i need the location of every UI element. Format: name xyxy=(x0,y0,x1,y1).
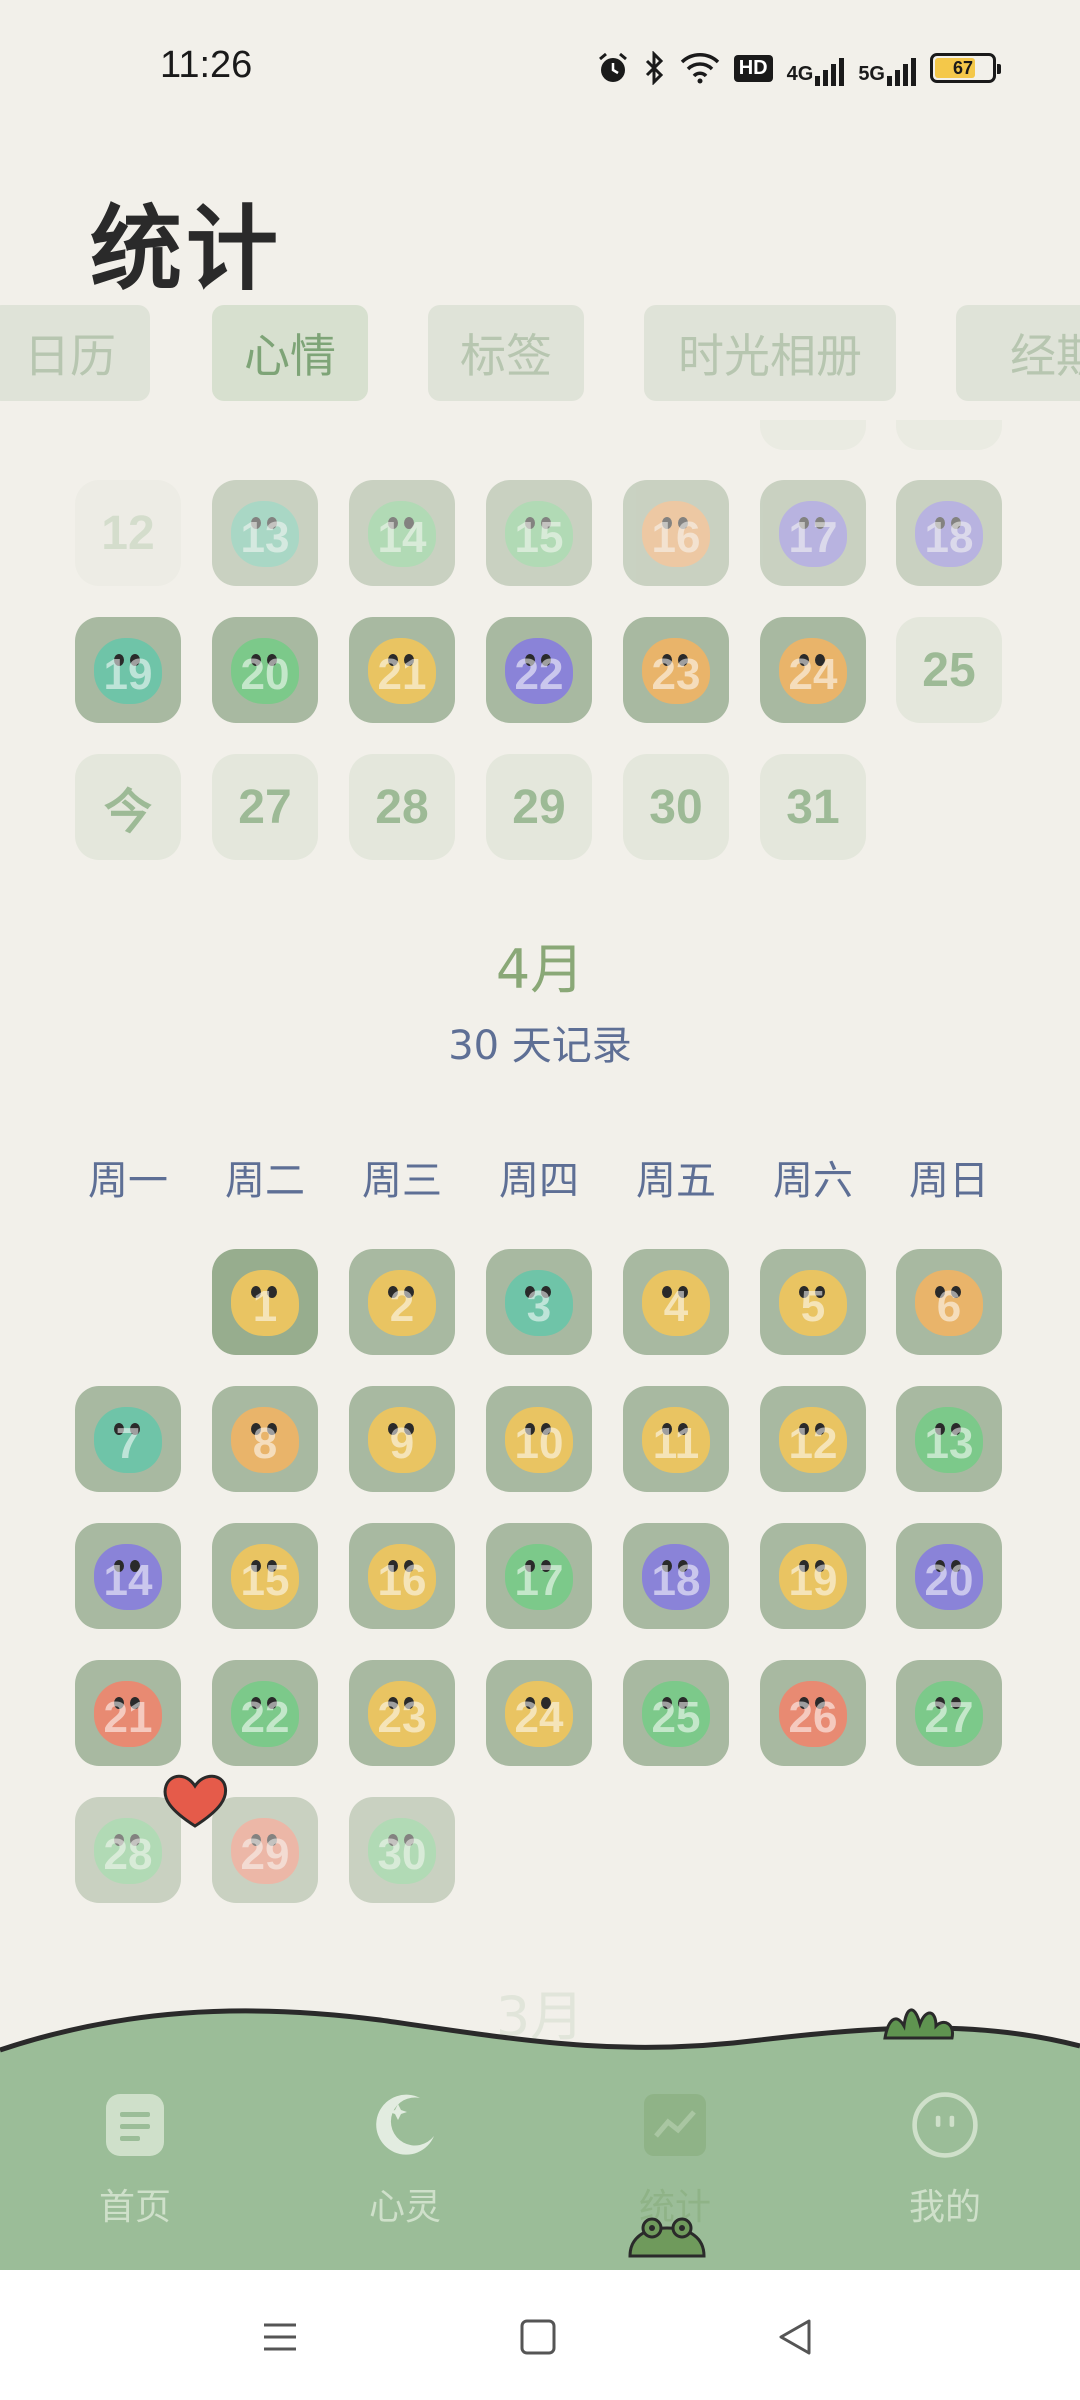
calendar-day[interactable]: 22 xyxy=(212,1660,318,1766)
tab-calendar[interactable]: 日历 xyxy=(0,305,150,401)
calendar-day[interactable]: 27 xyxy=(212,754,318,860)
calendar-day-today[interactable]: 今 xyxy=(75,754,181,860)
weekday-label: 周四 xyxy=(499,1158,579,1204)
calendar-day[interactable]: 28 xyxy=(349,754,455,860)
calendar-day[interactable]: 30 xyxy=(349,1797,455,1903)
calendar-day[interactable]: 1 xyxy=(212,1249,318,1355)
hd-badge: HD xyxy=(733,50,773,86)
page-title: 统计 xyxy=(90,196,283,303)
calendar-day[interactable]: 5 xyxy=(760,1249,866,1355)
wifi-icon xyxy=(680,50,720,86)
calendar-day[interactable]: 26 xyxy=(760,1660,866,1766)
system-nav-bar xyxy=(0,2270,1080,2400)
calendar-day[interactable]: 30 xyxy=(623,754,729,860)
weekday-label: 周六 xyxy=(773,1158,853,1204)
calendar-day[interactable]: 15 xyxy=(486,480,592,586)
menu-icon[interactable] xyxy=(255,2312,305,2362)
calendar-day[interactable]: 31 xyxy=(760,754,866,860)
nav-profile-label: 我的 xyxy=(908,2187,981,2228)
tab-bar: 日历 心情 标签 时光相册 经期 xyxy=(0,305,1080,401)
calendar-day[interactable]: 29 xyxy=(486,754,592,860)
month-title: 4月 xyxy=(495,938,585,1001)
status-time: 11:26 xyxy=(160,44,253,86)
chart-icon xyxy=(640,2090,710,2160)
bluetooth-icon xyxy=(644,50,666,86)
nav-profile[interactable]: 我的 xyxy=(860,2090,1030,2260)
calendar-day[interactable]: 19 xyxy=(760,1523,866,1629)
nav-soul[interactable]: 心灵 xyxy=(320,2090,490,2260)
calendar-day[interactable]: 14 xyxy=(349,480,455,586)
calendar-day[interactable]: 17 xyxy=(486,1523,592,1629)
calendar-day[interactable]: 7 xyxy=(75,1386,181,1492)
calendar-day[interactable]: 18 xyxy=(896,480,1002,586)
calendar-day[interactable]: 18 xyxy=(623,1523,729,1629)
calendar-day[interactable]: 27 xyxy=(896,1660,1002,1766)
back-triangle-icon[interactable] xyxy=(770,2312,820,2362)
heart-icon xyxy=(163,1774,228,1828)
battery-icon: 67 xyxy=(930,50,1001,86)
alarm-icon xyxy=(596,50,630,86)
status-bar: 11:26 HD 4G 5G 67 xyxy=(0,0,1080,140)
calendar-day[interactable]: 12 xyxy=(760,1386,866,1492)
tab-period[interactable]: 经期 xyxy=(956,305,1080,401)
nav-home-label: 首页 xyxy=(98,2187,171,2228)
status-icons: HD 4G 5G 67 xyxy=(596,48,1001,88)
weekday-label: 周日 xyxy=(909,1158,989,1204)
calendar-day[interactable]: 16 xyxy=(349,1523,455,1629)
calendar-day[interactable]: 21 xyxy=(75,1660,181,1766)
calendar-day[interactable]: 25 xyxy=(623,1660,729,1766)
tab-mood[interactable]: 心情 xyxy=(212,305,368,401)
calendar-day[interactable]: 21 xyxy=(349,617,455,723)
weekday-label: 周三 xyxy=(362,1158,442,1204)
weekday-label: 周二 xyxy=(225,1158,305,1204)
calendar-day[interactable]: 9 xyxy=(349,1386,455,1492)
frog-mascot-icon xyxy=(628,2217,706,2258)
calendar-day[interactable]: 4 xyxy=(623,1249,729,1355)
calendar-day[interactable]: 10 xyxy=(486,1386,592,1492)
tab-tags[interactable]: 标签 xyxy=(428,305,584,401)
calendar-day[interactable]: 2 xyxy=(349,1249,455,1355)
calendar-day[interactable]: 17 xyxy=(760,480,866,586)
calendar-day[interactable]: 12 xyxy=(75,480,181,586)
calendar-day[interactable]: 23 xyxy=(623,617,729,723)
calendar-day[interactable]: 19 xyxy=(75,617,181,723)
calendar-cell-cropped xyxy=(760,420,866,450)
calendar-day[interactable]: 14 xyxy=(75,1523,181,1629)
nav-home[interactable]: 首页 xyxy=(50,2090,220,2260)
bottom-nav: 首页 心灵 统计 我的 xyxy=(0,2080,1080,2270)
nav-soul-label: 心灵 xyxy=(368,2187,441,2228)
calendar-cell-cropped xyxy=(896,420,1002,450)
home-robot-icon xyxy=(100,2090,170,2160)
tab-photo-album[interactable]: 时光相册 xyxy=(644,305,896,401)
calendar-day[interactable]: 20 xyxy=(896,1523,1002,1629)
weekday-label: 周一 xyxy=(88,1158,168,1204)
calendar-day[interactable]: 24 xyxy=(486,1660,592,1766)
signal-4g-icon: 4G xyxy=(787,50,845,86)
calendar-day[interactable]: 20 xyxy=(212,617,318,723)
record-count: 30 天记录 xyxy=(448,1023,632,1069)
calendar-day[interactable]: 6 xyxy=(896,1249,1002,1355)
smiley-icon xyxy=(910,2090,980,2160)
calendar-day[interactable]: 25 xyxy=(896,617,1002,723)
signal-5g-icon: 5G xyxy=(858,50,916,86)
calendar-day[interactable]: 24 xyxy=(760,617,866,723)
calendar-day[interactable]: 8 xyxy=(212,1386,318,1492)
calendar-day[interactable]: 22 xyxy=(486,617,592,723)
calendar-day[interactable]: 16 xyxy=(623,480,729,586)
calendar-day[interactable]: 15 xyxy=(212,1523,318,1629)
calendar-day[interactable]: 11 xyxy=(623,1386,729,1492)
calendar-day[interactable]: 3 xyxy=(486,1249,592,1355)
moon-icon xyxy=(370,2090,440,2160)
calendar-day[interactable]: 13 xyxy=(212,480,318,586)
weekday-label: 周五 xyxy=(636,1158,716,1204)
calendar-day[interactable]: 13 xyxy=(896,1386,1002,1492)
calendar-day[interactable]: 23 xyxy=(349,1660,455,1766)
home-square-icon[interactable] xyxy=(513,2312,563,2362)
